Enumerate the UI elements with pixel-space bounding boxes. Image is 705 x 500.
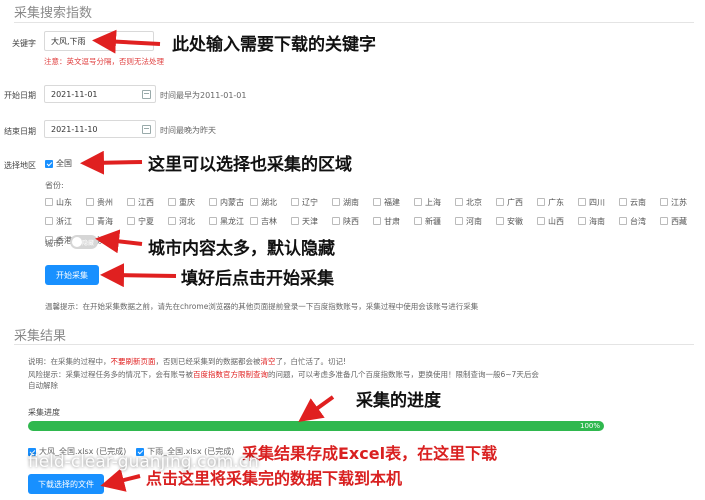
annotation-progress: 采集的进度 <box>356 391 441 411</box>
annotation-excel: 采集结果存成Excel表，在这里下载 <box>242 444 498 463</box>
annotation-start: 填好后点击开始采集 <box>181 269 334 289</box>
arrow-icon <box>100 468 141 492</box>
arrow-icon <box>298 395 335 423</box>
arrow-icon <box>95 229 143 254</box>
arrow-icon <box>92 29 161 54</box>
annotation-city: 城市内容太多，默认隐藏 <box>148 239 335 259</box>
arrow-icon <box>80 150 143 175</box>
arrow-icon <box>100 263 177 288</box>
annotation-region: 这里可以选择也采集的区域 <box>148 155 352 175</box>
watermark: field-clear-guanjing.com.cn <box>28 452 259 472</box>
annotation-keyword: 此处输入需要下载的关键字 <box>172 35 376 55</box>
annotation-arrows <box>80 29 335 492</box>
